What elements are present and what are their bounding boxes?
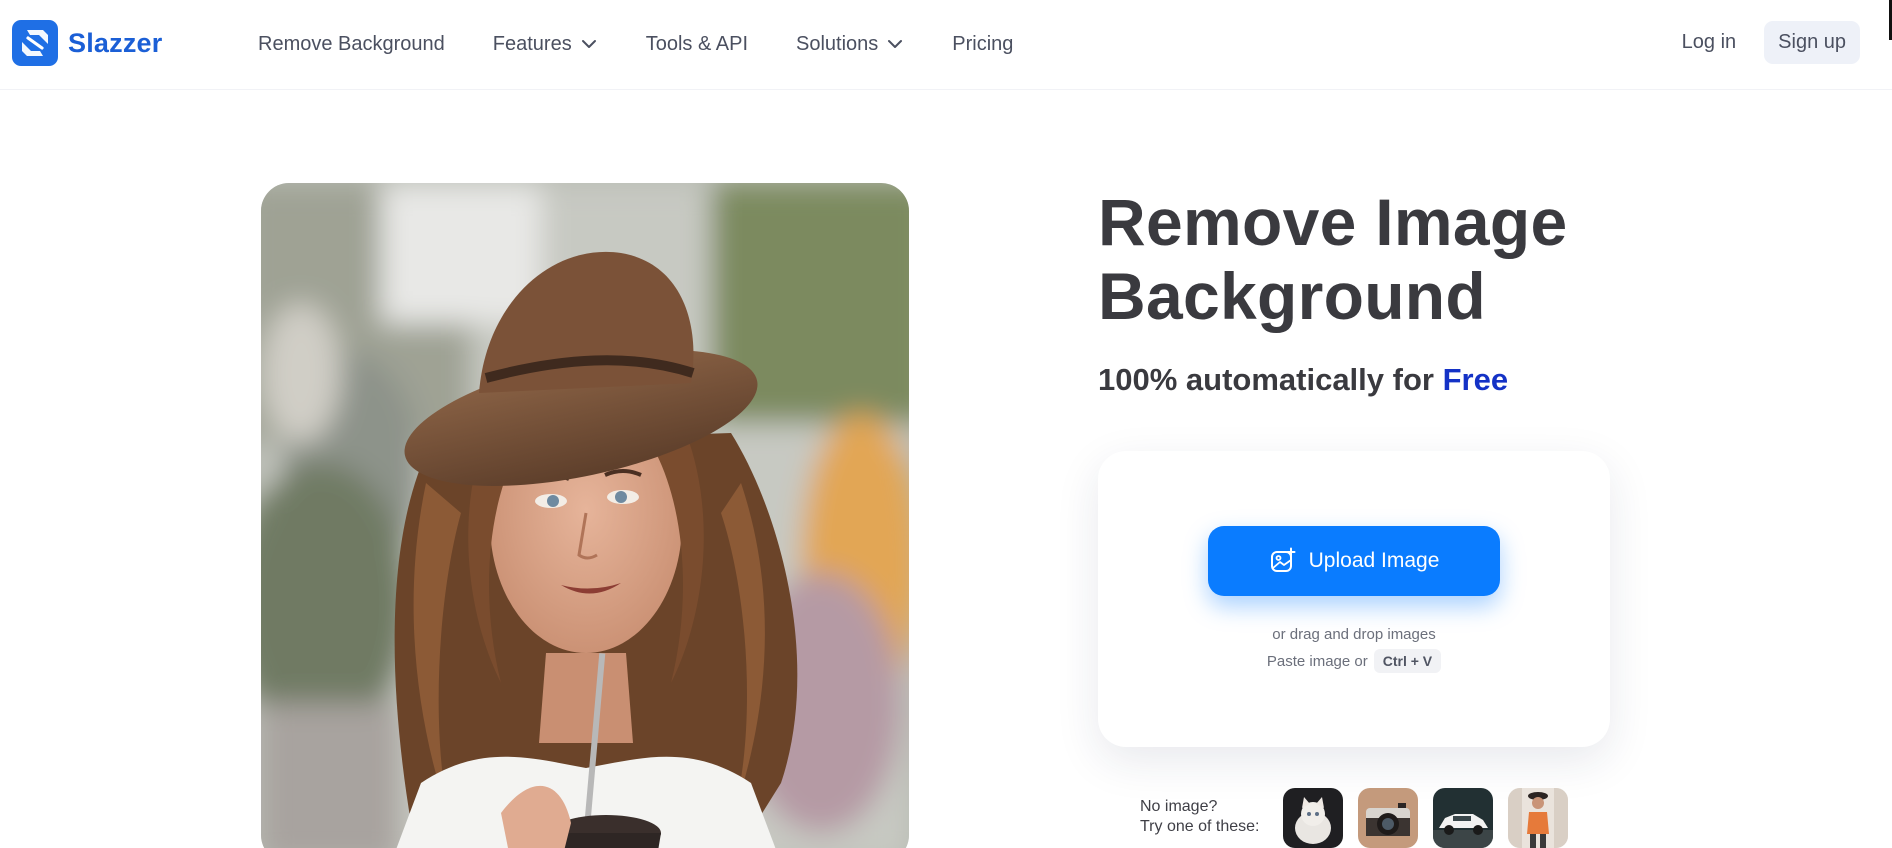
sample-kitten-thumbnail[interactable] bbox=[1283, 788, 1343, 848]
brand-name: Slazzer bbox=[68, 27, 163, 58]
sample-images bbox=[1283, 788, 1568, 848]
chevron-down-icon bbox=[888, 40, 903, 48]
hero-subtitle: 100% automatically for Free bbox=[1098, 362, 1508, 398]
title-line-1: Remove Image bbox=[1098, 185, 1568, 259]
sample-camera-thumbnail[interactable] bbox=[1358, 788, 1418, 848]
sample-prompt-line-1: No image? bbox=[1140, 798, 1218, 815]
login-link[interactable]: Log in bbox=[1682, 31, 1737, 54]
upload-dropzone[interactable]: Upload Image or drag and drop images Pas… bbox=[1098, 451, 1610, 747]
logo-link[interactable]: Slazzer bbox=[12, 20, 162, 66]
sample-prompt-line-2: Try one of these: bbox=[1140, 818, 1260, 835]
sample-prompt: No image? Try one of these: bbox=[1140, 797, 1259, 837]
paste-hint-text: Paste image or bbox=[1266, 652, 1368, 670]
title-line-2: Background bbox=[1098, 259, 1487, 333]
sample-car-thumbnail[interactable] bbox=[1433, 788, 1493, 848]
paste-hint: Paste image or Ctrl + V bbox=[1098, 649, 1610, 673]
nav-label: Remove Background bbox=[258, 32, 445, 55]
auth-links: Log in Sign up bbox=[1682, 21, 1860, 64]
chevron-down-icon bbox=[581, 40, 596, 48]
image-plus-icon bbox=[1270, 547, 1296, 572]
sample-person-thumbnail[interactable] bbox=[1508, 788, 1568, 848]
hero-photo bbox=[261, 183, 909, 848]
nav-tools-api[interactable]: Tools & API bbox=[646, 33, 748, 56]
nav-label: Features bbox=[492, 32, 572, 55]
slazzer-logo-icon bbox=[12, 20, 58, 66]
nav-label: Solutions bbox=[796, 32, 879, 55]
nav-label: Pricing bbox=[952, 32, 1014, 55]
drag-drop-hint: or drag and drop images bbox=[1272, 626, 1436, 643]
main-nav: Remove Background Features Tools & API S… bbox=[258, 0, 1013, 88]
nav-label: Tools & API bbox=[645, 32, 748, 55]
subtitle-text: 100% automatically for bbox=[1098, 362, 1434, 397]
nav-pricing[interactable]: Pricing bbox=[952, 33, 1013, 56]
nav-remove-background[interactable]: Remove Background bbox=[258, 33, 445, 56]
subtitle-highlight: Free bbox=[1442, 362, 1509, 397]
nav-solutions[interactable]: Solutions bbox=[796, 33, 904, 56]
site-header: Slazzer Remove Background Features Tools… bbox=[0, 0, 1892, 90]
upload-image-button[interactable]: Upload Image bbox=[1208, 526, 1500, 596]
paste-shortcut-key: Ctrl + V bbox=[1373, 649, 1442, 673]
upload-button-label: Upload Image bbox=[1308, 549, 1440, 572]
nav-features[interactable]: Features bbox=[493, 33, 598, 56]
signup-button[interactable]: Sign up bbox=[1764, 21, 1860, 64]
page-title: Remove Image Background bbox=[1098, 185, 1658, 333]
